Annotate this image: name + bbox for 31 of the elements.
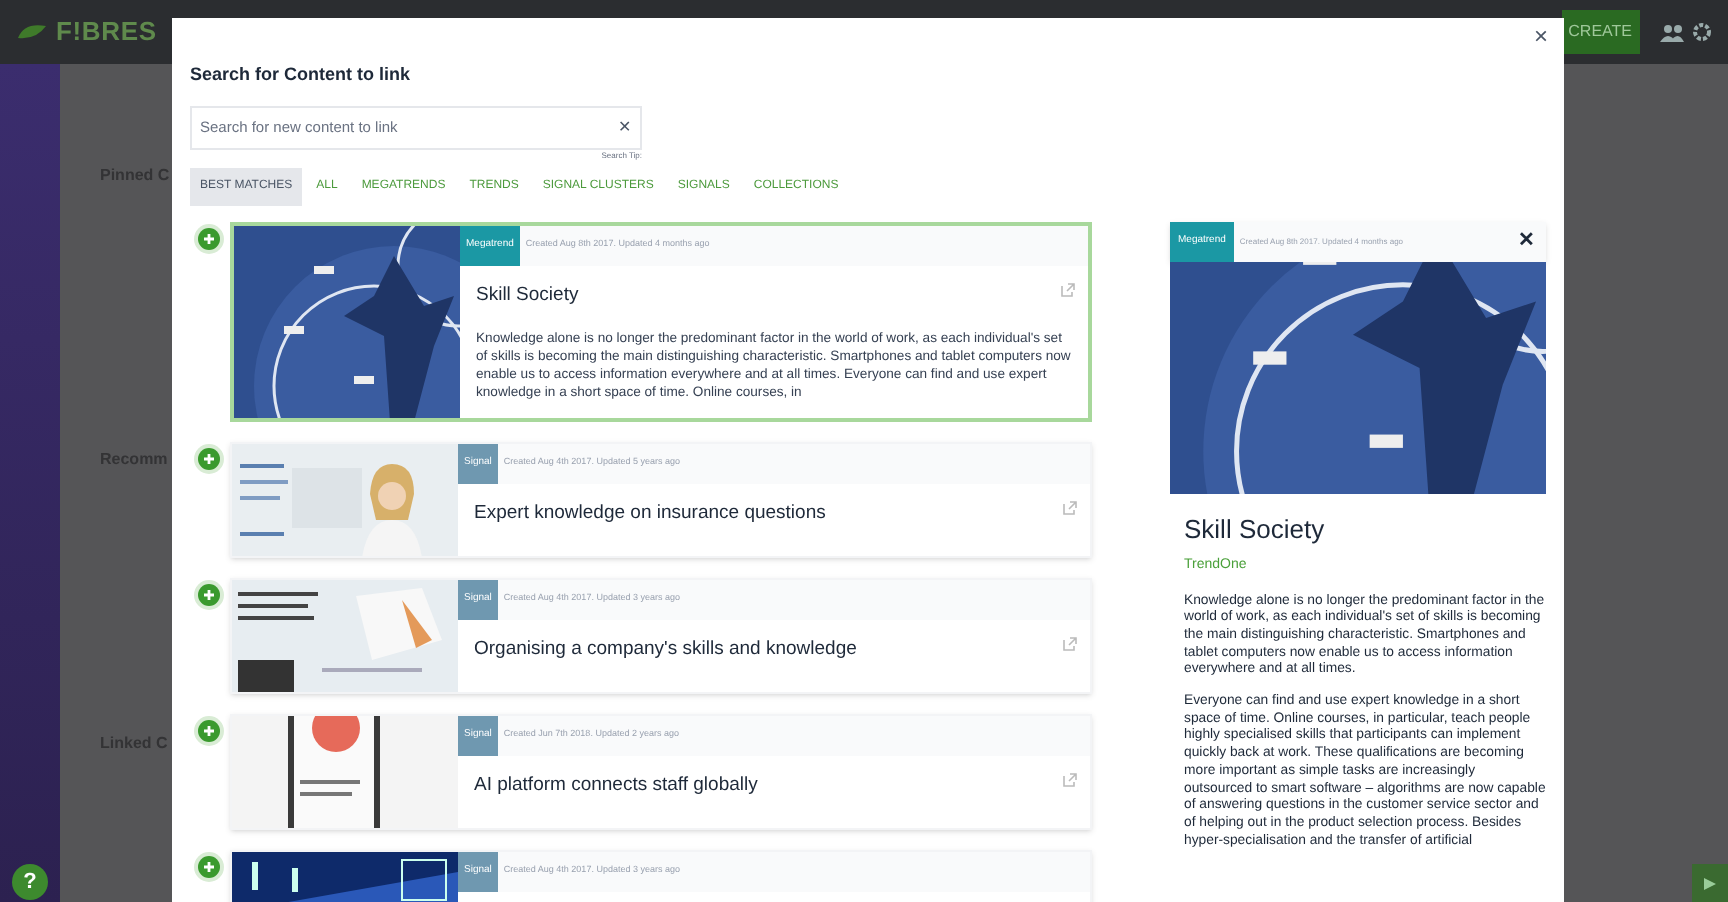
modal-title: Search for Content to link <box>190 62 413 88</box>
arrow-icon <box>1702 875 1718 891</box>
people-icon[interactable] <box>1660 23 1684 41</box>
plus-icon <box>202 723 216 737</box>
plus-icon <box>202 859 216 873</box>
leaf-icon <box>16 22 48 42</box>
add-button[interactable] <box>198 583 220 605</box>
external-link-icon[interactable] <box>1062 635 1078 651</box>
plus-icon <box>202 451 216 465</box>
add-button[interactable] <box>198 719 220 741</box>
external-link-icon[interactable] <box>1060 281 1076 297</box>
app-logo[interactable]: F!BRES <box>56 12 157 52</box>
close-button[interactable]: ✕ <box>1518 226 1546 256</box>
create-button[interactable]: CREATE <box>1562 10 1640 54</box>
external-link-icon[interactable] <box>1062 771 1078 787</box>
clear-button[interactable]: ✕ <box>618 115 632 139</box>
result-title: Organising a company's skills and knowledge <box>474 635 857 663</box>
result-title: Expert knowledge on insurance questions <box>474 499 826 527</box>
settings-icon[interactable] <box>1692 22 1712 42</box>
result-card[interactable] <box>230 221 1092 421</box>
add-button[interactable] <box>198 447 220 469</box>
close-button[interactable]: × <box>1533 24 1548 48</box>
result-title: AI platform connects staff globally <box>474 771 758 799</box>
result-title: Skill Society <box>476 281 579 309</box>
preview-title: Skill Society <box>1184 511 1325 548</box>
plus-icon <box>202 587 216 601</box>
external-link-icon[interactable] <box>1062 499 1078 515</box>
add-button[interactable] <box>198 227 220 249</box>
plus-icon <box>202 231 216 245</box>
send-button[interactable] <box>1692 864 1728 902</box>
add-button[interactable] <box>198 855 220 877</box>
